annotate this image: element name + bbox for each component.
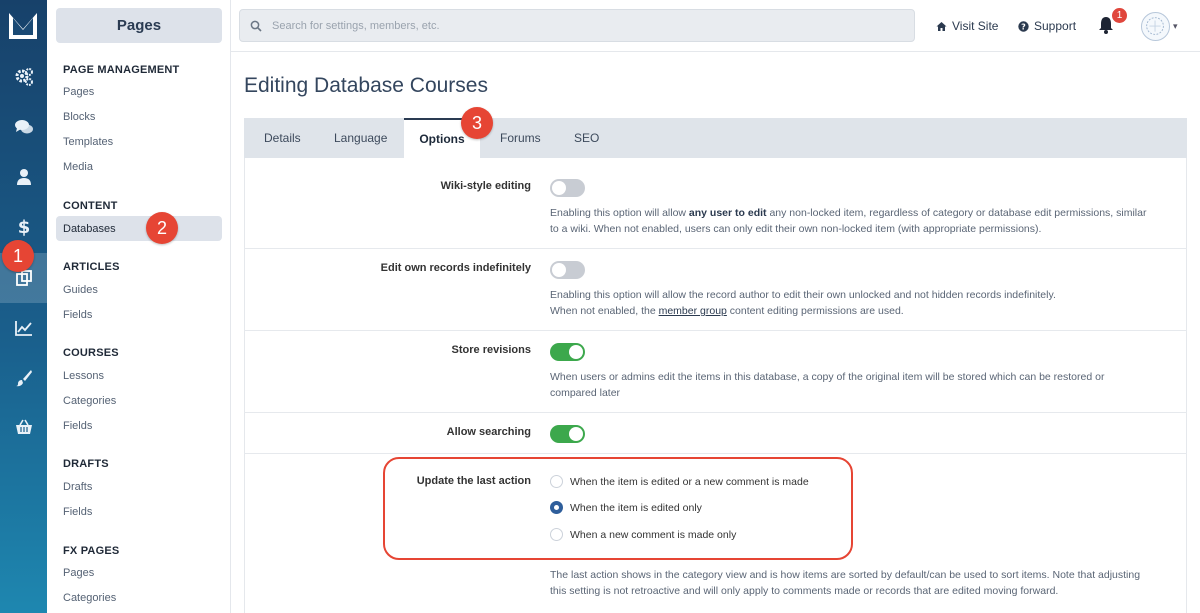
divider	[244, 412, 1187, 413]
tab-seo[interactable]: SEO	[574, 118, 599, 158]
visit-site-link[interactable]: Visit Site	[936, 19, 998, 33]
sidebar-item-templates[interactable]: Templates	[63, 136, 113, 148]
tab-language[interactable]: Language	[334, 118, 387, 158]
home-icon	[936, 21, 947, 31]
notification-badge: 1	[1112, 8, 1127, 23]
question-circle-icon: ?	[1018, 20, 1029, 32]
tab-forums[interactable]: Forums	[500, 118, 541, 158]
store-revisions-description: When users or admins edit the items in t…	[550, 371, 1105, 399]
section-fx-pages: FX PAGES	[63, 545, 120, 557]
sidebar: Pages PAGE MANAGEMENT Pages Blocks Templ…	[47, 0, 231, 613]
basket-icon[interactable]	[0, 411, 47, 443]
member-group-link[interactable]: member group	[659, 305, 727, 317]
edit-own-label: Edit own records indefinitely	[380, 262, 531, 274]
section-articles: ARTICLES	[63, 261, 120, 273]
divider	[244, 248, 1187, 249]
support-link[interactable]: ? Support	[1018, 19, 1076, 33]
visit-site-label: Visit Site	[952, 19, 999, 33]
chevron-down-icon[interactable]: ▾	[1173, 21, 1178, 32]
sidebar-title: Pages	[56, 8, 222, 43]
divider	[244, 453, 1187, 454]
svg-text:?: ?	[1021, 22, 1026, 31]
support-label: Support	[1034, 19, 1077, 33]
chart-icon[interactable]	[0, 312, 47, 344]
gears-icon[interactable]	[0, 61, 47, 93]
comments-icon[interactable]	[0, 111, 47, 143]
highlight-box	[383, 457, 853, 560]
sidebar-item-lessons[interactable]: Lessons	[63, 370, 104, 382]
step-callout-1: 1	[2, 240, 34, 272]
sidebar-item-course-fields[interactable]: Fields	[63, 420, 92, 432]
wiki-editing-toggle[interactable]	[550, 179, 585, 197]
edit-own-description: Enabling this option will allow the reco…	[550, 289, 1056, 317]
sidebar-item-fx-categories[interactable]: Categories	[63, 592, 116, 604]
divider	[244, 330, 1187, 331]
tab-details[interactable]: Details	[264, 118, 301, 158]
section-drafts: DRAFTS	[63, 458, 109, 470]
allow-searching-label: Allow searching	[446, 426, 531, 438]
sidebar-item-draft-fields[interactable]: Fields	[63, 506, 92, 518]
sidebar-item-blocks[interactable]: Blocks	[63, 111, 95, 123]
sidebar-item-pages[interactable]: Pages	[63, 86, 94, 98]
sidebar-item-databases[interactable]: Databases	[56, 216, 222, 241]
user-icon[interactable]	[0, 161, 47, 193]
svg-text:$: $	[17, 217, 30, 236]
section-page-management: PAGE MANAGEMENT	[63, 64, 180, 76]
sidebar-item-article-fields[interactable]: Fields	[63, 309, 92, 321]
wiki-editing-label: Wiki-style editing	[440, 180, 531, 192]
logo-icon[interactable]	[9, 13, 37, 39]
last-action-description: The last action shows in the category vi…	[550, 569, 1141, 597]
top-bar: Visit Site ? Support 1 ▾	[231, 0, 1200, 52]
page-title: Editing Database Courses	[244, 74, 488, 97]
sidebar-item-media[interactable]: Media	[63, 161, 93, 173]
avatar[interactable]	[1141, 12, 1170, 41]
sidebar-item-drafts[interactable]: Drafts	[63, 481, 92, 493]
sidebar-item-fx-pages[interactable]: Pages	[63, 567, 94, 579]
sidebar-item-course-categories[interactable]: Categories	[63, 395, 116, 407]
wiki-editing-description: Enabling this option will allow any user…	[550, 207, 1147, 235]
brush-icon[interactable]	[0, 362, 47, 394]
dollar-icon[interactable]: $	[0, 210, 47, 242]
search-input[interactable]	[272, 19, 872, 32]
section-courses: COURSES	[63, 347, 119, 359]
sidebar-item-guides[interactable]: Guides	[63, 284, 98, 296]
store-revisions-label: Store revisions	[451, 344, 531, 356]
tab-bar: Details Language Options Forums SEO	[244, 118, 1187, 158]
icon-rail: $	[0, 0, 47, 613]
step-callout-2: 2	[146, 212, 178, 244]
search-icon	[250, 20, 262, 32]
search-box[interactable]	[239, 9, 915, 42]
edit-own-toggle[interactable]	[550, 261, 585, 279]
store-revisions-toggle[interactable]	[550, 343, 585, 361]
section-content: CONTENT	[63, 200, 118, 212]
step-callout-3: 3	[461, 107, 493, 139]
allow-searching-toggle[interactable]	[550, 425, 585, 443]
